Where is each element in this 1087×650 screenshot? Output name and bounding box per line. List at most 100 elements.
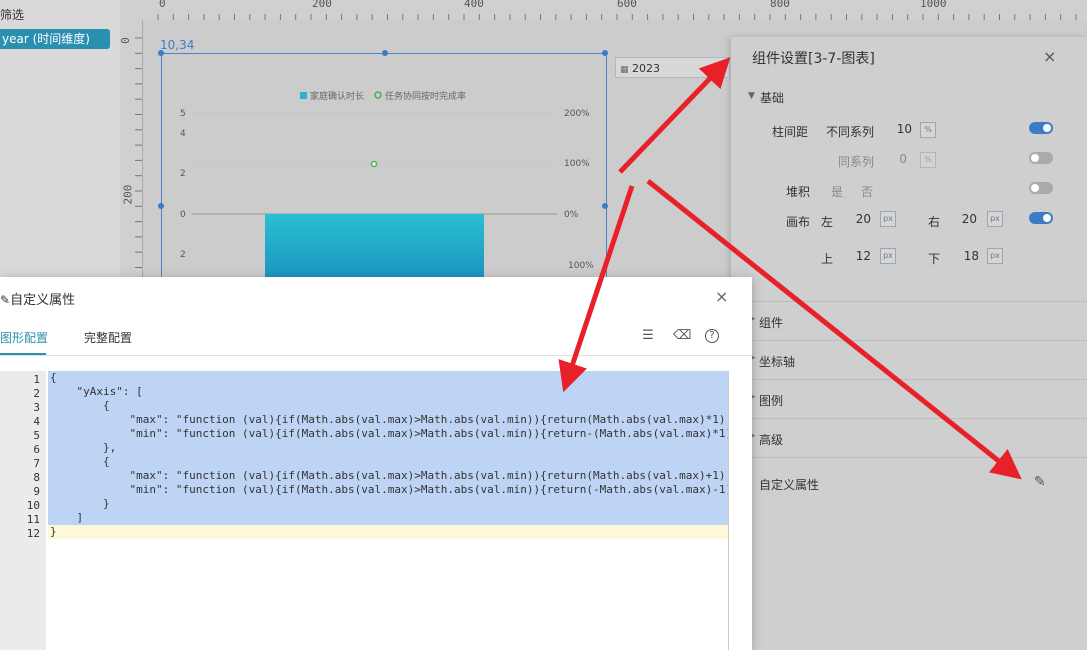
close-icon[interactable]: × (1043, 47, 1056, 66)
position-label: 10,34 (160, 38, 195, 52)
current-line-highlight (48, 525, 728, 539)
line-number: 9 (33, 485, 40, 498)
bar-gap-label: 柱间距 (772, 125, 809, 139)
y-right-tick-label: 0% (564, 210, 579, 220)
tab-underline (0, 353, 46, 355)
code-line: "min": "function (val){if(Math.abs(val.m… (50, 483, 728, 496)
tab-full-config[interactable]: 完整配置 (84, 329, 132, 346)
line-number: 6 (33, 443, 40, 456)
resize-handle[interactable] (158, 203, 164, 209)
y-tick-label: 2 (180, 250, 186, 260)
px-unit: px (987, 211, 1003, 227)
help-icon[interactable]: ? (705, 329, 719, 343)
custom-attr-dialog: ✎自定义属性 × 图形配置 完整配置 ☰ ⌫ ? 1 2 3 4 5 6 7 8 9 10 11 12… (0, 277, 752, 650)
resize-handle[interactable] (158, 50, 164, 56)
ruler-top: 0 200 400 600 800 1000 (120, 0, 1087, 21)
layout-top-input[interactable]: 12 (833, 246, 871, 266)
legend-line-swatch (374, 91, 382, 99)
ruler-tick-label: 800 (770, 0, 790, 10)
edit-icon[interactable]: ✎ (1034, 474, 1048, 490)
custom-attr-label: 自定义属性 (759, 478, 820, 492)
stack-yes[interactable]: 是 (831, 183, 843, 200)
legend-bar-swatch (300, 92, 307, 99)
ruler-left-ticks (135, 37, 142, 268)
y-right-tick-label: 100% (564, 159, 590, 169)
chevron-down-icon[interactable]: ▼ (748, 91, 755, 101)
y-right-tick-label: 200% (564, 109, 590, 119)
code-line: { (50, 371, 57, 384)
layout-bottom-input[interactable]: 18 (941, 246, 979, 266)
tab-graphic-config[interactable]: 图形配置 (0, 329, 48, 346)
y-tick-label: 2 (180, 169, 186, 179)
section-component[interactable]: ▸ 组件 (731, 301, 1087, 340)
ruler-tick-label: 0 (118, 37, 132, 44)
dialog-title: ✎自定义属性 (0, 289, 75, 308)
basic-section-title[interactable]: 基础 (760, 89, 784, 106)
settings-title: 组件设置[3-7-图表] (752, 51, 875, 67)
code-line: "yAxis": [ (50, 385, 143, 398)
year-filter[interactable]: ▦ 2023 (615, 57, 730, 78)
ruler-tick-label: 0 (159, 0, 166, 10)
dimension-chip[interactable]: year (时间维度) (0, 29, 110, 49)
same-series-toggle[interactable] (1029, 152, 1053, 164)
code-line: "min": "function (val){if(Math.abs(val.m… (50, 427, 728, 440)
stack-toggle[interactable] (1029, 182, 1053, 194)
line-number: 2 (33, 387, 40, 400)
legend-label: 家庭确认时长 (310, 90, 364, 102)
ruler-tick-label: 600 (617, 0, 637, 10)
px-unit: px (880, 211, 896, 227)
resize-handle[interactable] (602, 203, 608, 209)
ruler-left: 0 200 (118, 20, 143, 280)
dialog-title-text: 自定义属性 (10, 293, 76, 308)
stack-label: 堆积 (786, 185, 811, 199)
px-unit: px (987, 248, 1003, 264)
line-number: 8 (33, 471, 40, 484)
line-gutter: 1 2 3 4 5 6 7 8 9 10 11 12 (0, 371, 46, 650)
same-series-input[interactable]: 0 (869, 149, 907, 169)
calendar-icon: ▦ (620, 65, 629, 75)
ruler-tick-label: 200 (312, 0, 332, 10)
code-line: "max": "function (val){if(Math.abs(val.m… (50, 469, 728, 482)
diff-series-input[interactable]: 10 (874, 119, 912, 139)
resize-handle[interactable] (602, 50, 608, 56)
line-number: 7 (33, 457, 40, 470)
section-label: 高级 (759, 433, 784, 447)
layout-right-input[interactable]: 20 (939, 209, 977, 229)
layout-toggle[interactable] (1029, 212, 1053, 224)
code-line: ] (50, 511, 84, 524)
code-line: }, (50, 441, 117, 454)
code-editor[interactable]: 1 2 3 4 5 6 7 8 9 10 11 12 { "yAxis": [ { "max": "f… (0, 371, 729, 650)
layout-bottom-label: 下 (928, 252, 941, 266)
ruler-tick-label: 1000 (920, 0, 947, 10)
selection-highlight (48, 371, 728, 525)
chart-component[interactable]: 家庭确认时长 任务协同按时完成率 5 4 2 0 2 200% 100% 0% … (161, 53, 607, 282)
line-number: 11 (26, 513, 40, 526)
percent-unit: % (920, 122, 936, 138)
code-line: { (50, 399, 110, 412)
year-value: 2023 (632, 62, 661, 75)
section-label: 坐标轴 (759, 355, 796, 369)
legend-label: 任务协同按时完成率 (385, 90, 466, 102)
format-icon[interactable]: ☰ (641, 329, 655, 343)
y-tick-label: 5 (180, 109, 186, 119)
section-axis[interactable]: ▸ 坐标轴 (731, 340, 1087, 379)
diff-series-toggle[interactable] (1029, 122, 1053, 134)
edit-icon: ✎ (0, 293, 11, 307)
close-icon[interactable]: × (715, 287, 728, 306)
layout-left-input[interactable]: 20 (833, 209, 871, 229)
line-point (370, 160, 378, 168)
code-line: } (50, 525, 57, 538)
line-number: 1 (33, 373, 40, 386)
y-tick-label: 0 (180, 210, 186, 220)
clear-icon[interactable]: ⌫ (673, 329, 691, 343)
resize-handle[interactable] (382, 50, 388, 56)
code-line: } (50, 497, 110, 510)
section-advanced[interactable]: ▸ 高级 (731, 418, 1087, 457)
code-area[interactable]: { "yAxis": [ { "max": "function (val){if… (48, 371, 728, 650)
stack-no[interactable]: 否 (861, 183, 873, 200)
percent-unit: % (920, 152, 936, 168)
section-legend[interactable]: ▸ 图例 (731, 379, 1087, 418)
bar (265, 214, 484, 281)
layout-top-label: 上 (821, 252, 834, 266)
chart-svg: 家庭确认时长 任务协同按时完成率 5 4 2 0 2 200% 100% 0% … (180, 90, 594, 281)
